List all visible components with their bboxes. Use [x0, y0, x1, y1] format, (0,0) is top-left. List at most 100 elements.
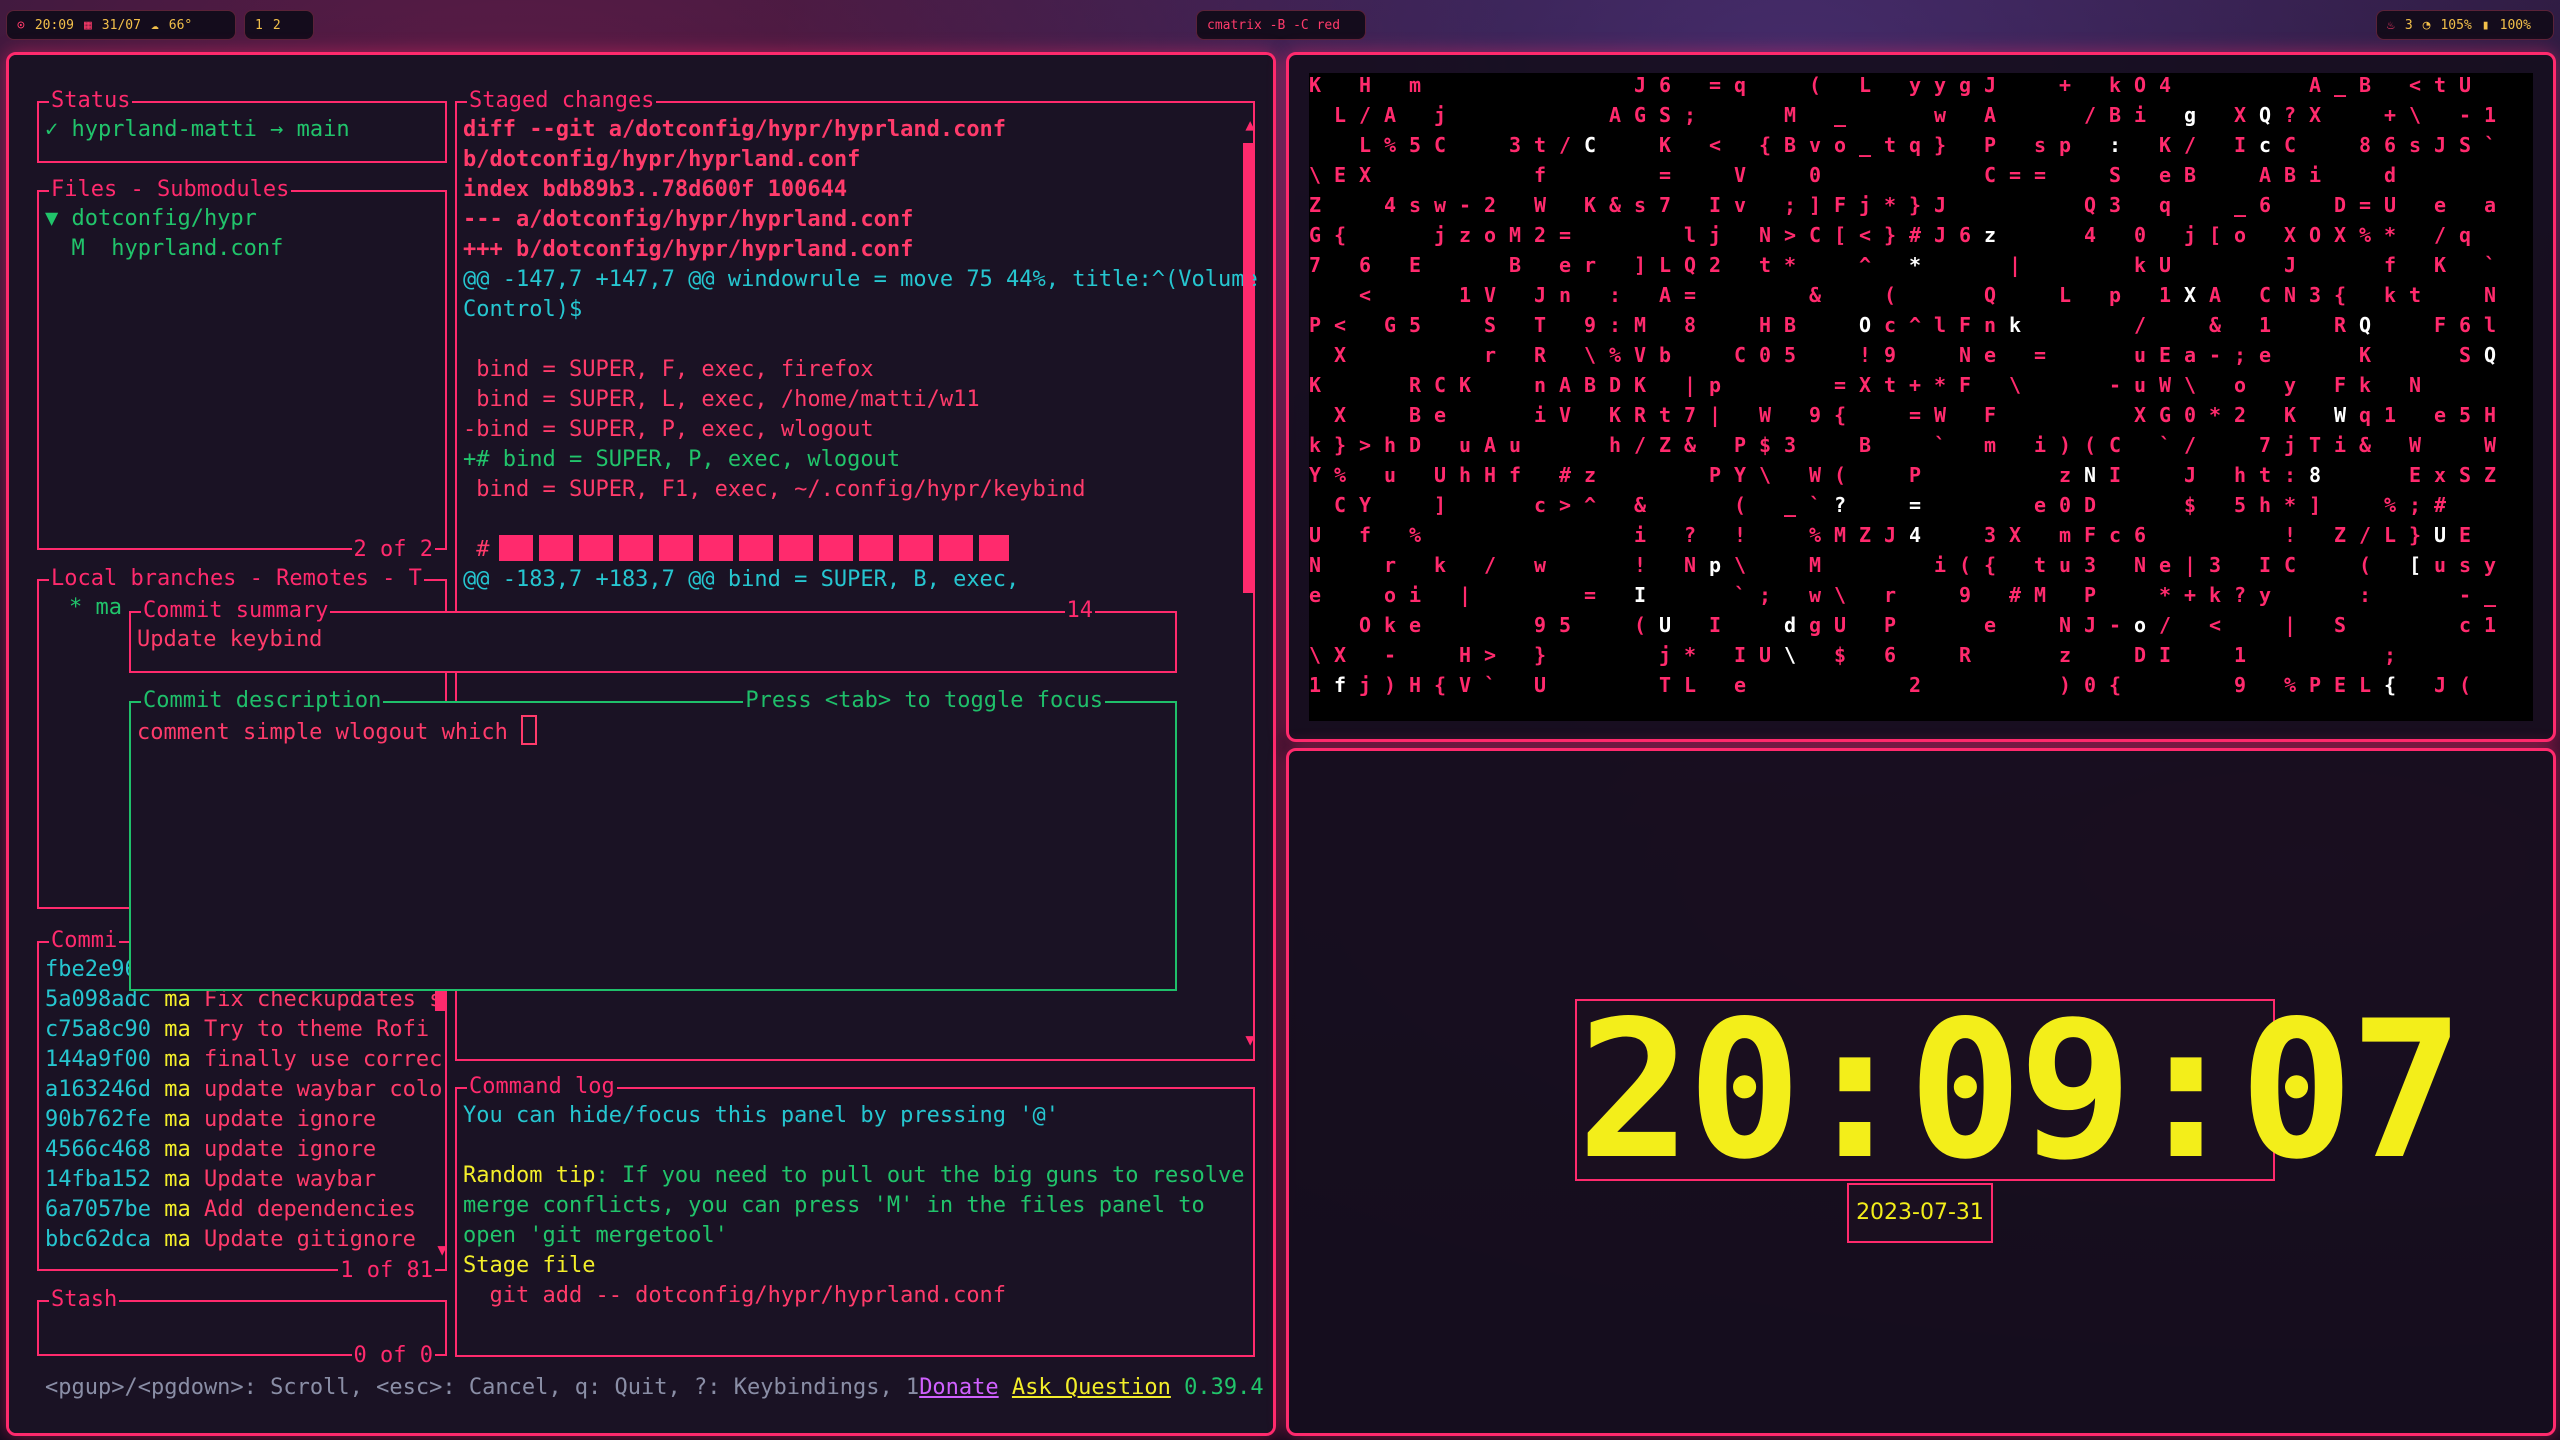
status-pill-right[interactable]: ♨ 3 ◔ 105% ▮ 100% — [2376, 10, 2554, 40]
diff-line[interactable]: index bdb89b3..78d600f 100644 — [463, 175, 847, 205]
commit-summary-popup[interactable]: Commit summary 14 Update keybind — [129, 596, 1177, 673]
branch-item[interactable]: * ma — [69, 593, 122, 623]
diff-line[interactable]: bind = SUPER, F, exec, firefox — [463, 355, 873, 385]
matrix-glyph: T — [1534, 313, 1547, 337]
diff-line[interactable]: bind = SUPER, F1, exec, ~/.config/hypr/k… — [463, 475, 1085, 505]
text-cursor — [521, 715, 538, 745]
diff-scrollbar[interactable] — [1243, 143, 1253, 593]
scroll-down-icon[interactable]: ▼ — [437, 1240, 447, 1259]
workspace-1[interactable]: 1 — [255, 18, 263, 33]
matrix-glyph: i — [1534, 403, 1547, 427]
matrix-glyph: / — [2359, 523, 2372, 547]
matrix-glyph: t — [1884, 133, 1897, 157]
diff-scroll-down-icon[interactable]: ▼ — [1245, 1030, 1255, 1049]
lazygit-window[interactable]: Status ✓ hyprland-matti → main Files - S… — [6, 52, 1276, 1436]
matrix-glyph: * — [2209, 403, 2222, 427]
matrix-glyph: j — [1859, 193, 1872, 217]
matrix-glyph: / — [2434, 223, 2447, 247]
matrix-glyph: \ — [2184, 373, 2197, 397]
commit-msg: update ignore — [203, 1137, 377, 1162]
cmatrix-window[interactable]: K \ Z G 7 P Kk Y U Ne \ 1 L E{< X X}% C Xf H / L X 6 < > Yf Oj A% 4 G… — [1286, 52, 2556, 742]
diff-line[interactable]: -bind = SUPER, P, exec, wlogout — [463, 415, 874, 445]
matrix-glyph: X — [1859, 373, 1872, 397]
matrix-glyph: Z — [1859, 523, 1872, 547]
command-log-panel[interactable]: Command log You can hide/focus this pane… — [455, 1072, 1255, 1357]
command-log-hint: You can hide/focus this panel by pressin… — [463, 1103, 1060, 1128]
matrix-glyph: i — [2134, 103, 2147, 127]
matrix-glyph: H — [1409, 673, 1422, 697]
matrix-glyph: w — [1809, 583, 1822, 607]
matrix-glyph: + — [2184, 583, 2197, 607]
commit-row[interactable]: c75a8c90 ma Try to theme Rofi — [45, 1015, 429, 1045]
matrix-glyph: D — [2134, 643, 2147, 667]
matrix-glyph: A — [1559, 373, 1572, 397]
matrix-glyph: u — [2434, 553, 2447, 577]
matrix-glyph: E — [1409, 253, 1422, 277]
matrix-glyph: F — [2434, 313, 2447, 337]
matrix-glyph: 2 — [1909, 673, 1922, 697]
matrix-glyph: z — [1584, 463, 1597, 487]
matrix-glyph: { — [2109, 673, 2122, 697]
matrix-glyph: 7 — [1659, 193, 1672, 217]
ask-question-link[interactable]: Ask Question — [1012, 1375, 1171, 1400]
matrix-glyph: q — [2159, 193, 2172, 217]
matrix-glyph: % — [1384, 133, 1397, 157]
commit-row[interactable]: 144a9f00 ma finally use correc — [45, 1045, 442, 1075]
diff-line[interactable]: diff --git a/dotconfig/hypr/hyprland.con… — [463, 115, 1006, 145]
commit-row[interactable]: 6a7057be ma Add dependencies — [45, 1195, 416, 1225]
matrix-glyph: J — [2184, 463, 2197, 487]
matrix-glyph: f — [1334, 673, 1347, 697]
commit-row[interactable]: 4566c468 ma update ignore — [45, 1135, 376, 1165]
commit-description-popup[interactable]: Commit description Press <tab> to toggle… — [129, 686, 1177, 991]
diff-line[interactable]: bind = SUPER, L, exec, /home/matti/w11 — [463, 385, 979, 415]
matrix-glyph: W — [1534, 193, 1547, 217]
matrix-glyph: / — [2134, 313, 2147, 337]
matrix-glyph: Q — [2084, 193, 2097, 217]
commit-row[interactable]: bbc62dca ma Update gitignore — [45, 1225, 416, 1255]
commit-summary-input[interactable]: Update keybind — [137, 625, 322, 655]
diff-line[interactable]: # — [463, 535, 503, 565]
matrix-glyph: D — [2334, 193, 2347, 217]
commit-description-input[interactable]: comment simple wlogout which — [137, 715, 538, 748]
matrix-glyph: L — [2059, 283, 2072, 307]
commit-row[interactable]: 14fba152 ma Update waybar — [45, 1165, 376, 1195]
matrix-glyph: \ — [1734, 553, 1747, 577]
status-pill-left[interactable]: ⊙ 20:09 ▦ 31/07 ☁ 66° — [6, 10, 236, 40]
diff-line[interactable]: Control)$ — [463, 295, 582, 325]
files-panel[interactable]: Files - Submodules ▼ dotconfig/hypr M hy… — [37, 175, 447, 565]
diff-line[interactable]: @@ -183,7 +183,7 @@ bind = SUPER, B, exe… — [463, 565, 1019, 595]
donate-link[interactable]: Donate — [919, 1375, 998, 1400]
version-label: 0.39.4 — [1184, 1375, 1264, 1400]
workspace-2[interactable]: 2 — [273, 18, 281, 33]
matrix-glyph: M — [1784, 103, 1797, 127]
matrix-glyph: { — [1759, 133, 1772, 157]
matrix-glyph: 3 — [1509, 133, 1522, 157]
status-panel[interactable]: Status ✓ hyprland-matti → main — [37, 86, 447, 163]
matrix-glyph: C — [2109, 433, 2122, 457]
staged-title: Staged changes — [467, 86, 657, 116]
diff-line[interactable]: +++ b/dotconfig/hypr/hyprland.conf — [463, 235, 913, 265]
commit-row[interactable]: a163246d ma update waybar colo — [45, 1075, 442, 1105]
file-tree-dir[interactable]: ▼ dotconfig/hypr — [45, 204, 257, 234]
commit-row[interactable]: 90b762fe ma update ignore — [45, 1105, 376, 1135]
diff-line[interactable]: +# bind = SUPER, P, exec, wlogout — [463, 445, 900, 475]
file-tree-file[interactable]: M hyprland.conf — [45, 234, 283, 264]
matrix-glyph: N — [2484, 283, 2497, 307]
stash-panel[interactable]: Stash 0 of 0 — [37, 1285, 447, 1371]
matrix-glyph: Z — [2484, 463, 2497, 487]
matrix-glyph: R — [1634, 403, 1647, 427]
diff-line[interactable]: --- a/dotconfig/hypr/hyprland.conf — [463, 205, 913, 235]
matrix-glyph: - — [2109, 613, 2122, 637]
diff-line[interactable]: b/dotconfig/hypr/hyprland.conf — [463, 145, 860, 175]
matrix-glyph: = — [2009, 163, 2022, 187]
matrix-glyph: G — [1309, 223, 1322, 247]
matrix-glyph: r — [1484, 343, 1497, 367]
matrix-glyph: ) — [2059, 673, 2072, 697]
matrix-glyph: + — [2384, 103, 2397, 127]
diff-line[interactable]: @@ -147,7 +147,7 @@ windowrule = move 75… — [463, 265, 1258, 295]
matrix-glyph: C — [2259, 283, 2272, 307]
matrix-glyph: X — [1334, 643, 1347, 667]
matrix-glyph: _ — [1859, 133, 1872, 157]
diff-scroll-up-icon[interactable]: ▲ — [1245, 115, 1255, 134]
clock-window[interactable]: 20:09:07 2023-07-31 — [1286, 748, 2556, 1436]
